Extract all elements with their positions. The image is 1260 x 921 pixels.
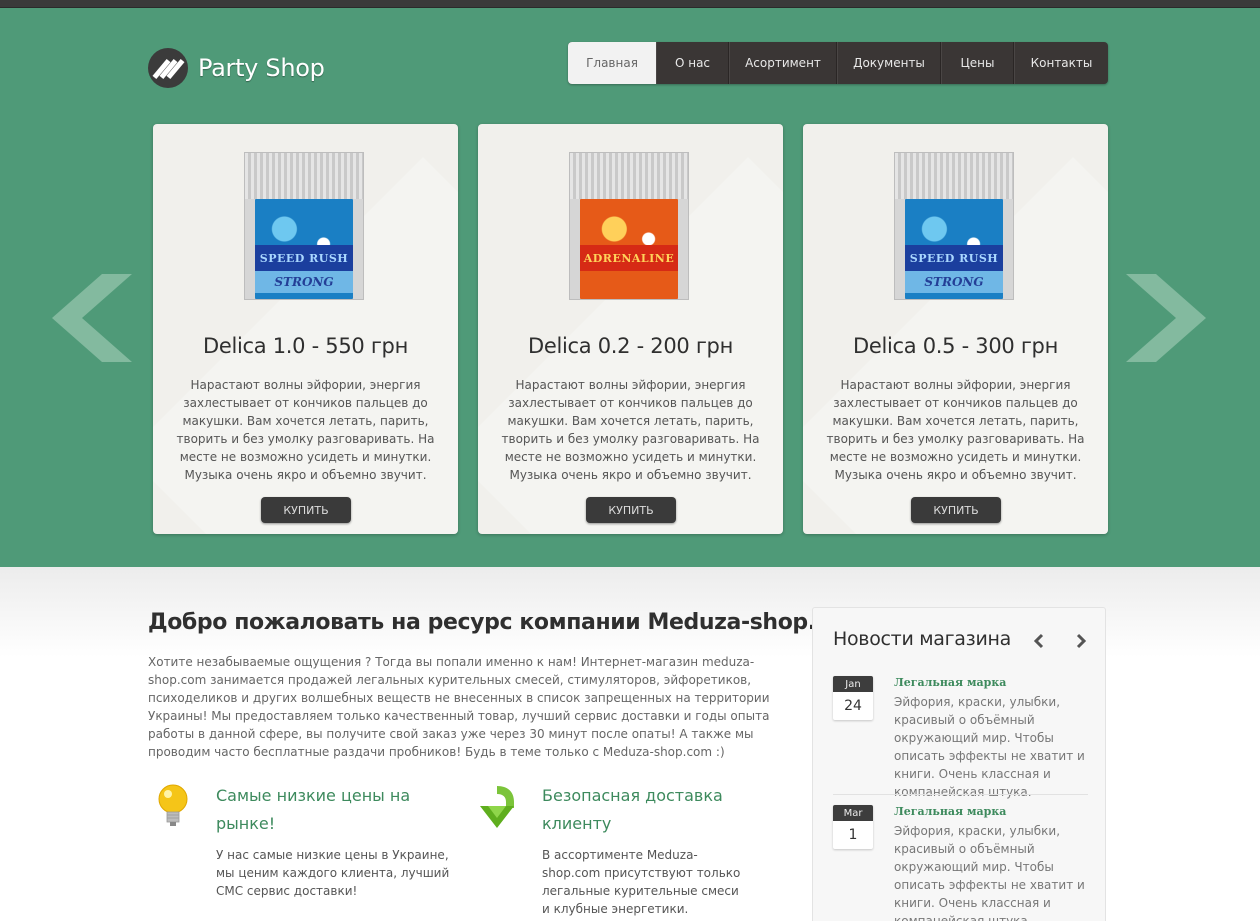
slider-prev-arrow-icon[interactable] (52, 274, 132, 362)
chevron-right-icon[interactable] (1072, 632, 1090, 650)
nav-item-assortment[interactable]: Асортимент (729, 42, 837, 84)
date-month: Mar (833, 805, 873, 821)
news-text: Эйфория, краски, улыбки, красивый о объё… (894, 824, 1085, 921)
pack-name: SPEED RUSH (905, 245, 1003, 271)
product-card: SPEED RUSH STRONG Delica 0.5 - 300 грн Н… (803, 124, 1108, 534)
product-title[interactable]: Delica 0.2 - 200 грн (478, 334, 783, 358)
logo[interactable]: Party Shop (148, 48, 325, 88)
date-badge: Jan 24 (833, 676, 873, 720)
nav-item-home[interactable]: Главная (568, 42, 656, 84)
product-card: SPEED RUSH STRONG Delica 1.0 - 550 грн Н… (153, 124, 458, 534)
buy-button[interactable]: КУПИТЬ (261, 497, 351, 523)
feature-title: Самые низкие цены на рынке! (216, 786, 411, 833)
news-headline[interactable]: Легальная марка (894, 805, 1006, 818)
logo-icon (148, 48, 188, 88)
product-card: ADRENALINE Delica 0.2 - 200 грн Нарастаю… (478, 124, 783, 534)
pack-sub: STRONG (255, 271, 353, 293)
feature-text: У нас самые низкие цены в Украине, мы це… (216, 848, 450, 898)
main-nav: Главная О нас Асортимент Документы Цены … (568, 42, 1108, 84)
divider (833, 794, 1088, 795)
product-image[interactable]: SPEED RUSH STRONG (244, 152, 364, 300)
top-bar (0, 0, 1260, 8)
feature-title: Безопасная доставка клиенту (542, 786, 723, 833)
buy-button[interactable]: КУПИТЬ (911, 497, 1001, 523)
nav-item-prices[interactable]: Цены (941, 42, 1014, 84)
slider-next-arrow-icon[interactable] (1126, 274, 1206, 362)
product-title[interactable]: Delica 0.5 - 300 грн (803, 334, 1108, 358)
date-day: 1 (848, 827, 858, 843)
news-title: Новости магазина (833, 628, 1011, 650)
pack-name: ADRENALINE (580, 245, 678, 271)
welcome-text: Хотите незабываемые ощущения ? Тогда вы … (148, 655, 770, 759)
pack-name: SPEED RUSH (255, 245, 353, 271)
down-arrow-icon (480, 786, 514, 828)
product-description: Нарастают волны эйфории, энергия захлест… (501, 378, 760, 482)
brand-name: Party Shop (198, 54, 325, 82)
date-month: Jan (833, 676, 873, 692)
nav-item-about[interactable]: О нас (656, 42, 729, 84)
news-widget: Новости магазина Jan 24 Легальная марка … (812, 607, 1106, 921)
date-badge: Mar 1 (833, 805, 873, 849)
product-image[interactable]: ADRENALINE (569, 152, 689, 300)
nav-item-documents[interactable]: Документы (837, 42, 941, 84)
feature-text: В ассортименте Meduza-shop.com присутств… (542, 848, 741, 916)
news-text: Эйфория, краски, улыбки, красивый о объё… (894, 695, 1085, 799)
product-description: Нарастают волны эйфории, энергия захлест… (176, 378, 435, 482)
product-title[interactable]: Delica 1.0 - 550 грн (153, 334, 458, 358)
chevron-left-icon[interactable] (1030, 632, 1048, 650)
product-description: Нарастают волны эйфории, энергия захлест… (826, 378, 1085, 482)
welcome-title: Добро пожаловать на ресурс компании Medu… (148, 610, 866, 635)
news-headline[interactable]: Легальная марка (894, 676, 1006, 689)
lightbulb-icon (158, 784, 188, 826)
nav-item-contacts[interactable]: Контакты (1014, 42, 1108, 84)
buy-button[interactable]: КУПИТЬ (586, 497, 676, 523)
product-image[interactable]: SPEED RUSH STRONG (894, 152, 1014, 300)
date-day: 24 (844, 698, 862, 714)
pack-sub: STRONG (905, 271, 1003, 293)
